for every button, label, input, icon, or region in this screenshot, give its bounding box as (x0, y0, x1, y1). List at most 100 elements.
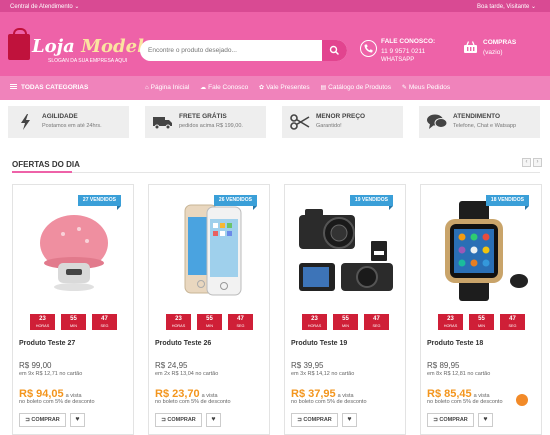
phone-icon (360, 40, 377, 57)
buy-button[interactable]: ⊐ COMPRAR (155, 413, 202, 427)
menu-icon (10, 83, 17, 89)
product-image[interactable] (295, 201, 397, 301)
product-name[interactable]: Produto Teste 18 (427, 340, 483, 347)
timer-seconds: 47 (101, 316, 108, 322)
wishlist-button[interactable]: ♥ (478, 413, 493, 427)
section-title: OFERTAS DO DIA (12, 160, 80, 169)
chat-bubble-icon (427, 114, 447, 129)
nav-link-home[interactable]: ⌂ Página Inicial (145, 84, 189, 91)
product-card[interactable]: 26 VENDIDOS 23 HORAS 55 MIN 47 SEG Produto … (148, 184, 270, 435)
wishlist-button[interactable]: ♥ (342, 413, 357, 427)
service-center-link[interactable]: Central de Atendimento ⌄ (10, 3, 79, 10)
timer-hours-label: HORAS (171, 324, 186, 328)
installments: em 8x R$ 12,81 no cartão (427, 371, 491, 377)
cart-icon (464, 41, 477, 53)
timer-seconds-label: SEG (508, 324, 517, 328)
greeting-menu[interactable]: Boa tarde, Visitante ⌄ (477, 3, 536, 10)
feature-title: FRETE GRÁTIS (179, 113, 227, 120)
product-name[interactable]: Produto Teste 27 (19, 340, 75, 347)
search-button[interactable] (322, 40, 347, 61)
search-input[interactable] (148, 44, 318, 57)
sold-count-badge: 27 VENDIDOS (77, 195, 122, 210)
search-bar (140, 40, 347, 61)
feature-subtitle: pedidos acima R$ 199,00. (179, 123, 243, 129)
catalog-icon: ▤ (320, 85, 327, 91)
nav-link-orders[interactable]: ✎ Meus Pedidos (402, 84, 450, 91)
buy-label: COMPRAR (303, 417, 332, 423)
timer-minutes-label: MIN (206, 324, 213, 328)
all-categories-menu[interactable]: TODAS CATEGORIAS (10, 83, 88, 91)
wishlist-button[interactable]: ♥ (206, 413, 221, 427)
timer-minutes: 55 (206, 316, 213, 322)
truck-icon (153, 117, 172, 130)
timer-hours: 23 (175, 316, 182, 322)
gift-icon: ✿ (259, 85, 265, 91)
feature-subtitle: Postamos em até 24hrs. (42, 123, 102, 129)
product-card[interactable]: 19 VENDIDOS 23 HORAS 55 MIN 47 SEG Produto … (284, 184, 406, 435)
carousel-prev-button[interactable]: ‹ (522, 158, 531, 167)
section-accent (12, 171, 72, 173)
shopping-bag-icon (8, 28, 30, 60)
nav-link-label: Vale Presentes (266, 84, 310, 91)
timer-minutes-label: MIN (342, 324, 349, 328)
product-price: R$ 99,00 (19, 361, 52, 370)
nav-link-catalog[interactable]: ▤ Catálogo de Produtos (320, 84, 391, 91)
countdown-timer: 23 HORAS 55 MIN 47 SEG (438, 314, 526, 330)
timer-minutes: 55 (70, 316, 77, 322)
chevron-right-icon: › (536, 159, 539, 165)
product-name[interactable]: Produto Teste 26 (155, 340, 211, 347)
timer-hours: 23 (447, 316, 454, 322)
product-image[interactable] (431, 201, 533, 301)
product-price: R$ 24,95 (155, 361, 188, 370)
timer-minutes-label: MIN (70, 324, 77, 328)
cart-button[interactable]: COMPRAS (vazio) (463, 39, 533, 63)
timer-minutes: 55 (342, 316, 349, 322)
nav-link-contact[interactable]: ☁ Fale Conosco (200, 84, 248, 91)
store-logo[interactable]: Loja Modelo SLOGAN DA SUA EMPRESA AQUI (8, 28, 156, 72)
product-image[interactable] (23, 201, 125, 301)
heart-icon: ♥ (483, 416, 488, 423)
installments: em 2x R$ 13,04 no cartão (155, 371, 219, 377)
installments: em 3x R$ 14,12 no cartão (291, 371, 355, 377)
scroll-to-top-button[interactable] (516, 394, 528, 406)
contact-block[interactable]: FALE CONOSCO: 11 9 9571 0211 WHATSAPP (360, 38, 450, 72)
feature-best-price: MENOR PREÇO Garantido! (282, 106, 403, 138)
section-divider (12, 172, 540, 173)
feature-support: ATENDIMENTO Telefone, Chat e Watsapp (419, 106, 540, 138)
lightning-icon (21, 114, 30, 130)
logo-slogan: SLOGAN DA SUA EMPRESA AQUI (48, 58, 128, 64)
pencil-icon: ✎ (401, 85, 407, 91)
timer-hours: 23 (311, 316, 318, 322)
chat-icon: ☁ (200, 85, 207, 91)
wishlist-button[interactable]: ♥ (70, 413, 85, 427)
scissors-icon (290, 114, 310, 130)
buy-label: COMPRAR (167, 417, 196, 423)
product-image[interactable] (159, 201, 261, 301)
nav-link-label: Página Inicial (150, 84, 190, 91)
logo-name-part1: Loja (32, 36, 82, 57)
contact-title: FALE CONOSCO: (381, 38, 436, 45)
heart-icon: ♥ (211, 416, 216, 423)
countdown-timer: 23 HORAS 55 MIN 47 SEG (302, 314, 390, 330)
nav-link-gift[interactable]: ✿ Vale Presentes (259, 84, 310, 91)
nav-link-label: Meus Pedidos (408, 84, 451, 91)
contact-channel: WHATSAPP (381, 57, 415, 63)
carousel-next-button[interactable]: › (533, 158, 542, 167)
timer-seconds: 47 (373, 316, 380, 322)
timer-minutes-label: MIN (478, 324, 485, 328)
timer-hours-label: HORAS (443, 324, 458, 328)
heart-icon: ♥ (347, 416, 352, 423)
cart-title: COMPRAS (483, 39, 517, 46)
timer-hours-label: HORAS (307, 324, 322, 328)
buy-button[interactable]: ⊐ COMPRAR (19, 413, 66, 427)
buy-button[interactable]: ⊐ COMPRAR (427, 413, 474, 427)
buy-button[interactable]: ⊐ COMPRAR (291, 413, 338, 427)
home-icon: ⌂ (145, 85, 149, 91)
product-card[interactable]: 27 VENDIDOS 23 HORAS 55 MIN 47 SEG Produto … (12, 184, 134, 435)
timer-seconds-label: SEG (372, 324, 381, 328)
buy-label: COMPRAR (439, 417, 468, 423)
product-price: R$ 89,95 (427, 361, 460, 370)
boleto-note: no boleto com 5% de desconto (427, 399, 503, 405)
search-icon (329, 45, 339, 55)
product-name[interactable]: Produto Teste 19 (291, 340, 347, 347)
